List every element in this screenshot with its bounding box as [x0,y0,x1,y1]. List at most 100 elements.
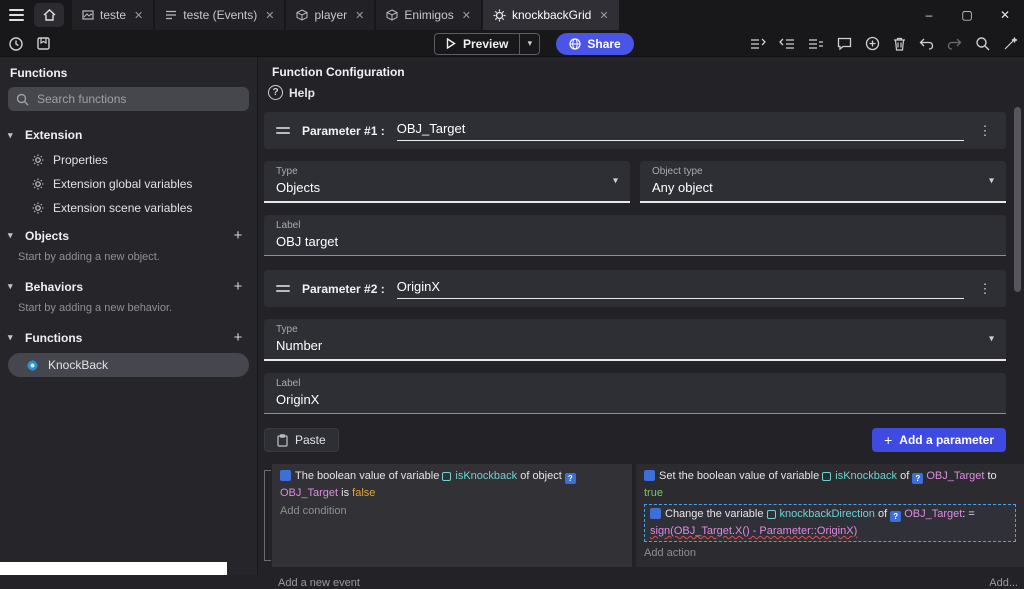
close-tab-icon[interactable]: ✕ [599,9,608,22]
event-bracket [264,470,271,562]
drag-handle-icon[interactable] [276,285,290,292]
chat-icon[interactable] [837,37,852,51]
panel-title: Function Configuration [272,65,405,79]
help-icon: ? [268,85,283,100]
search-icon [16,93,29,106]
field-value: Number [276,338,323,353]
kebab-menu-icon[interactable]: ⋮ [976,281,994,297]
section-objects[interactable]: ▾ Objects + [0,220,257,250]
field-label: Label [276,220,301,231]
sidebar-item-extension-global-variables[interactable]: Extension global variables [0,172,257,196]
home-button[interactable] [34,3,64,27]
tab-teste-events[interactable]: teste (Events) ✕ [155,0,285,30]
share-button[interactable]: Share [556,32,634,55]
chevron-down-icon: ▾ [612,175,618,187]
parameter-2-label-input[interactable]: Label OriginX [264,373,1006,414]
parameter-1-object-type-select[interactable]: Object type Any object ▾ [640,161,1006,203]
project-manager-icon[interactable] [36,36,51,51]
add-more-link[interactable]: Add... [989,577,1018,589]
close-tab-icon[interactable]: ✕ [355,9,364,22]
sidebar-item-properties[interactable]: Properties [0,148,257,172]
paste-button[interactable]: Paste [264,428,339,452]
close-window-button[interactable]: ✕ [986,0,1024,30]
undo-icon[interactable] [919,38,934,50]
search-functions-box[interactable] [8,87,249,111]
parameter-2-name-input[interactable]: OriginX [396,278,964,299]
expression-text: sign(OBJ_Target.X() - Parameter::OriginX… [650,525,858,538]
close-tab-icon[interactable]: ✕ [265,9,274,22]
add-condition-link[interactable]: Add condition [280,502,624,523]
section-behaviors[interactable]: ▾ Behaviors + [0,271,257,301]
objects-panel-icon[interactable] [750,37,766,51]
add-action-link[interactable]: Add action [644,544,1016,565]
tab-player[interactable]: player ✕ [286,0,375,30]
search-functions-input[interactable] [35,91,241,107]
tab-teste[interactable]: teste ✕ [72,0,154,30]
conditions-column[interactable]: The boolean value of variable isKnockbac… [272,464,632,568]
action-value: true [644,487,663,500]
field-label: Type [276,324,298,335]
chevron-down-icon: ▾ [8,281,13,291]
instances-panel-icon[interactable] [808,37,824,51]
object-name: OBJ_Target [280,487,339,500]
add-parameter-button[interactable]: + Add a parameter [872,428,1006,452]
parameter-1-name-input[interactable]: OBJ_Target [396,120,964,141]
tab-enimigos[interactable]: Enimigos ✕ [376,0,481,30]
field-value: OriginX [276,392,320,407]
tab-label: player [314,8,348,22]
gear-icon [32,178,44,190]
close-tab-icon[interactable]: ✕ [134,9,143,22]
variable-name: knockbackDirection [779,508,875,521]
event-block[interactable]: The boolean value of variable isKnockbac… [264,464,1024,568]
redo-icon[interactable] [947,38,962,50]
chevron-down-icon: ▾ [988,333,994,345]
section-label: Objects [25,228,70,243]
scene-icon [82,9,94,21]
help-button[interactable]: ? Help [264,83,1006,104]
vertical-scrollbar[interactable] [1014,107,1021,292]
action-row-selected[interactable]: Change the variable knockbackDirection o… [644,504,1016,543]
search-icon[interactable] [975,36,990,51]
sidebar-item-extension-scene-variables[interactable]: Extension scene variables [0,196,257,220]
kebab-menu-icon[interactable]: ⋮ [976,123,994,139]
properties-panel-icon[interactable] [779,37,795,51]
condition-row[interactable]: The boolean value of variable isKnockbac… [280,468,624,502]
trash-icon[interactable] [893,37,906,51]
add-object-button[interactable]: + [229,227,247,244]
maximize-button[interactable]: ▢ [948,0,986,30]
section-functions[interactable]: ▾ Functions + [0,322,257,352]
history-icon[interactable] [8,36,24,52]
variable-icon [822,472,832,481]
section-extension[interactable]: ▾ Extension [0,121,257,148]
parameter-1-title: Parameter #1 : [302,123,385,138]
variable-name: isKnockback [835,470,898,482]
tab-label: knockbackGrid [511,8,592,22]
preview-dropdown-button[interactable]: ▾ [519,33,539,54]
field-value: OBJ target [276,234,339,249]
objects-empty-caption: Start by adding a new object. [18,251,160,263]
drag-handle-icon[interactable] [276,127,290,134]
sidebar-item-knockback[interactable]: KnockBack [8,353,249,377]
minimize-button[interactable]: – [910,0,948,30]
home-icon [43,9,56,21]
hamburger-menu-icon[interactable] [0,0,34,30]
add-function-button[interactable]: + [229,329,247,346]
add-new-event-link[interactable]: Add a new event [278,577,360,589]
magic-wand-icon[interactable] [1003,36,1018,51]
action-row[interactable]: Set the boolean value of variable isKnoc… [644,468,1016,502]
condition-text: is [338,487,353,500]
add-circle-icon[interactable] [865,36,880,51]
tab-knockbackgrid[interactable]: knockbackGrid ✕ [482,0,619,30]
help-label: Help [289,85,316,100]
section-label: Functions [25,330,83,345]
actions-column[interactable]: Set the boolean value of variable isKnoc… [636,464,1024,568]
parameter-1-label-input[interactable]: Label OBJ target [264,215,1006,256]
close-tab-icon[interactable]: ✕ [462,9,471,22]
sidebar-title: Functions [10,66,68,80]
add-behavior-button[interactable]: + [229,278,247,295]
extension-gear-icon [493,9,506,22]
preview-button[interactable]: Preview ▾ [434,32,541,55]
parameter-2-type-select[interactable]: Type Number ▾ [264,319,1006,361]
parameter-1-type-select[interactable]: Type Objects ▾ [264,161,630,203]
object-icon [296,9,309,21]
